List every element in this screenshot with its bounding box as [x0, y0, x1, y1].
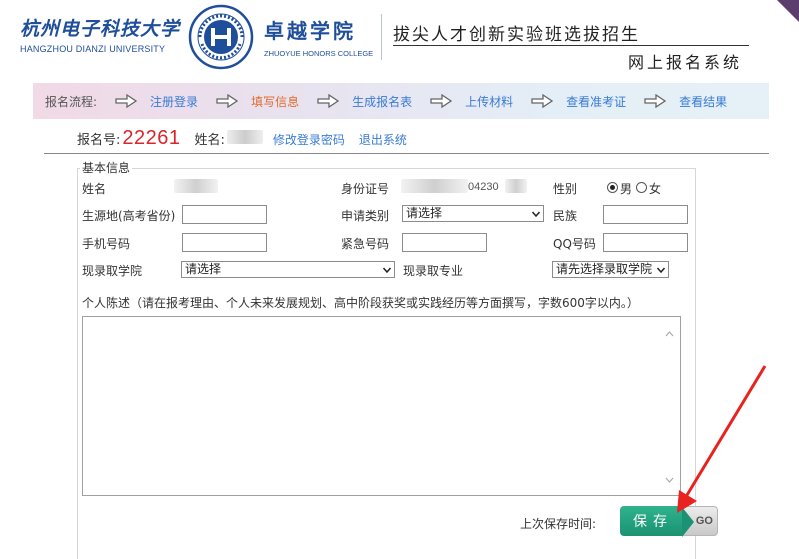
- user-name-label: 姓名:: [194, 133, 225, 148]
- apply-type-select[interactable]: 请选择: [402, 205, 544, 222]
- hdu-logo: 杭州电子科技大学 HANGZHOU DIANZI UNIVERSITY: [20, 14, 180, 54]
- origin-province-label: 生源地(高考省份): [82, 209, 176, 223]
- step-generate-form[interactable]: 生成报名表: [352, 93, 412, 110]
- last-save-time-label: 上次保存时间:: [520, 517, 597, 531]
- step-upload-materials[interactable]: 上传材料: [465, 93, 513, 110]
- arrow-right-icon: [115, 94, 138, 108]
- program-slogan: 拔尖人才创新实验班选拔招生: [393, 25, 640, 45]
- hdu-name-en: HANGZHOU DIANZI UNIVERSITY: [20, 44, 166, 54]
- gender-female-label: 女: [649, 182, 662, 196]
- arrow-right-icon: [317, 94, 340, 108]
- slogan-underline: [393, 45, 749, 46]
- reg-number-label: 报名号:: [77, 133, 121, 148]
- id-number-redacted: [401, 179, 468, 193]
- process-bar: 报名流程: 注册登录 填写信息 生成报名表 上传材料 查看准考证 查看结果: [33, 83, 769, 119]
- current-college-selected: 请选择: [185, 262, 222, 276]
- user-divider: [44, 153, 769, 154]
- page: 杭州电子科技大学 HANGZHOU DIANZI UNIVERSITY 卓越学院…: [0, 0, 799, 559]
- user-info-line: 报名号: 22261 姓名: 修改登录密码 退出系统: [77, 127, 421, 150]
- gender-label: 性别: [553, 182, 578, 196]
- arrow-right-icon: [430, 94, 453, 108]
- name-label: 姓名: [82, 182, 107, 196]
- header: 杭州电子科技大学 HANGZHOU DIANZI UNIVERSITY 卓越学院…: [0, 0, 799, 78]
- qq-input[interactable]: [603, 233, 688, 252]
- apply-type-label: 申请类别: [341, 209, 390, 223]
- honors-name-en: ZHUOYUE HONORS COLLEGE: [264, 49, 374, 58]
- honors-name-cn: 卓越学院: [264, 19, 356, 43]
- ethnicity-label: 民族: [553, 209, 578, 223]
- id-number-label: 身份证号: [341, 182, 390, 196]
- change-password-link[interactable]: 修改登录密码: [273, 131, 345, 148]
- scroll-down-icon[interactable]: [665, 477, 674, 483]
- gender-female-radio[interactable]: [636, 182, 647, 193]
- chevron-down-icon: [657, 267, 665, 274]
- system-name: 网上报名系统: [628, 53, 743, 72]
- current-college-select[interactable]: 请选择: [181, 261, 395, 278]
- user-name-redacted: [226, 130, 263, 144]
- current-college-label: 现录取学院: [82, 264, 143, 278]
- id-number-visible: 04230: [468, 181, 499, 193]
- emergency-phone-label: 紧急号码: [341, 237, 390, 251]
- personal-statement-label: 个人陈述（请在报考理由、个人未来发展规划、高中阶段获奖或实践经历等方面撰写，字数…: [82, 296, 639, 310]
- phone-label: 手机号码: [82, 237, 131, 251]
- arrow-right-icon: [644, 94, 667, 108]
- qq-label: QQ号码: [553, 237, 596, 251]
- header-divider: [381, 14, 382, 60]
- honors-college-logo: 卓越学院 ZHUOYUE HONORS COLLEGE: [264, 15, 373, 58]
- go-button[interactable]: GO: [682, 506, 718, 537]
- logout-link[interactable]: 退出系统: [359, 131, 407, 148]
- step-view-results[interactable]: 查看结果: [679, 93, 727, 110]
- step-fill-info[interactable]: 填写信息: [251, 93, 299, 110]
- arrow-right-icon: [216, 94, 239, 108]
- save-button[interactable]: 保存: [620, 506, 682, 536]
- chevron-down-icon: [532, 211, 540, 218]
- current-major-label: 现录取专业: [403, 264, 464, 278]
- reg-number-value: 22261: [122, 127, 181, 149]
- step-register-login[interactable]: 注册登录: [150, 93, 198, 110]
- basic-info-legend: 基本信息: [80, 159, 133, 176]
- hdu-name-cn: 杭州电子科技大学: [20, 18, 181, 40]
- origin-province-input[interactable]: [182, 205, 267, 224]
- step-admission-ticket[interactable]: 查看准考证: [566, 93, 626, 110]
- college-seal-icon: [188, 4, 254, 70]
- personal-statement-textarea[interactable]: [82, 316, 681, 496]
- corner-fold: [777, 0, 799, 22]
- apply-type-selected: 请选择: [406, 206, 443, 220]
- scroll-up-icon[interactable]: [665, 331, 674, 337]
- ethnicity-input[interactable]: [603, 205, 688, 224]
- current-major-selected: 请先选择录取学院: [556, 262, 653, 276]
- gender-male-label: 男: [620, 182, 633, 196]
- process-label: 报名流程:: [45, 94, 98, 109]
- chevron-down-icon: [383, 267, 391, 274]
- gender-male-radio[interactable]: [607, 182, 618, 193]
- arrow-right-icon: [531, 94, 554, 108]
- current-major-select[interactable]: 请先选择录取学院: [552, 261, 669, 278]
- id-number-redacted-tail: [505, 179, 527, 193]
- emergency-phone-input[interactable]: [402, 233, 487, 252]
- name-value-redacted: [174, 179, 218, 193]
- phone-input[interactable]: [182, 233, 267, 252]
